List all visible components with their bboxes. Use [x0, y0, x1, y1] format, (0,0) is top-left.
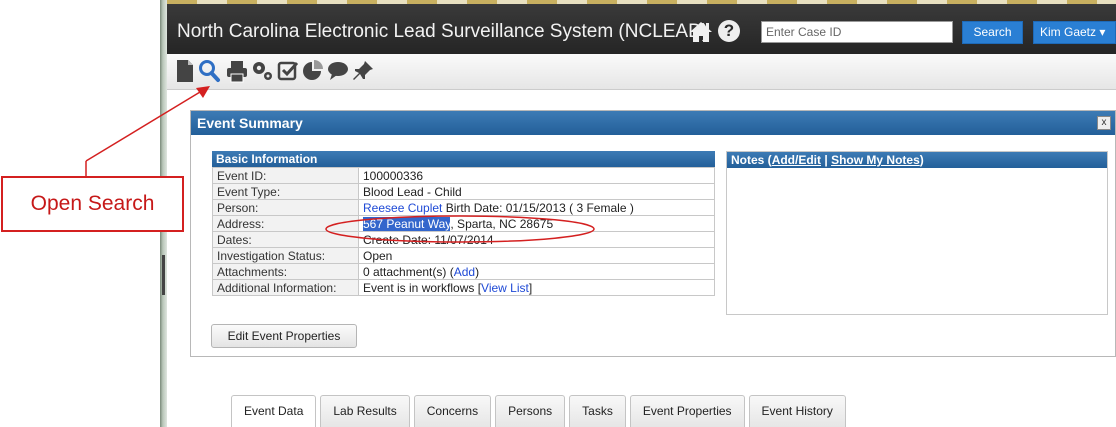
attachments-count: 0 attachment(s) ( [363, 264, 454, 279]
row-label: Attachments: [212, 263, 359, 280]
pie-chart-icon[interactable] [301, 59, 325, 83]
person-value: Reesee Cuplet Birth Date: 01/15/2013 ( 3… [358, 199, 715, 216]
home-icon[interactable] [689, 21, 713, 43]
window-edge-handle [162, 255, 165, 295]
workflows-text: Event is in workflows [ [363, 280, 482, 295]
table-row: Person: Reesee Cuplet Birth Date: 01/15/… [212, 199, 715, 216]
investigation-status-value: Open [358, 247, 715, 264]
user-name: Kim Gaetz [1040, 25, 1097, 39]
address-value: 567 Peanut Way, Sparta, NC 28675 [358, 215, 715, 232]
notes-separator: | [824, 153, 828, 167]
print-icon[interactable] [225, 59, 249, 83]
row-label: Person: [212, 199, 359, 216]
person-details: Birth Date: 01/15/2013 ( 3 Female ) [442, 200, 634, 215]
chat-icon[interactable] [326, 59, 350, 83]
additional-info-value: Event is in workflows [View List] [358, 279, 715, 296]
table-row: Additional Information: Event is in work… [212, 279, 715, 296]
row-label: Event ID: [212, 167, 359, 184]
case-id-input[interactable] [761, 21, 953, 43]
basic-information-section: Basic Information Event ID: 100000336 Ev… [212, 151, 715, 296]
table-row: Attachments: 0 attachment(s) (Add) [212, 263, 715, 280]
help-icon[interactable]: ? [718, 20, 740, 42]
basic-information-heading: Basic Information [212, 151, 715, 167]
event-type-value: Blood Lead - Child [358, 183, 715, 200]
address-city: , Sparta, NC 28675 [450, 216, 554, 231]
tab-concerns[interactable]: Concerns [413, 395, 492, 427]
close-button[interactable]: x [1097, 116, 1111, 130]
basic-information-table: Event ID: 100000336 Event Type: Blood Le… [212, 167, 715, 296]
event-summary-header: Event Summary x [191, 111, 1115, 135]
toolbar [167, 54, 1116, 90]
table-row: Investigation Status: Open [212, 247, 715, 264]
tab-event-data[interactable]: Event Data [231, 395, 317, 427]
search-button[interactable]: Search [962, 21, 1023, 44]
app-header: North Carolina Electronic Lead Surveilla… [167, 4, 1116, 54]
table-row: Address: 567 Peanut Way, Sparta, NC 2867… [212, 215, 715, 232]
row-label: Investigation Status: [212, 247, 359, 264]
attachments-suffix: ) [475, 264, 480, 279]
attachments-value: 0 attachment(s) (Add) [358, 263, 715, 280]
dates-value: Create Date: 11/07/2014 [358, 231, 715, 248]
person-name-link[interactable]: Reesee Cuplet [363, 201, 442, 215]
event-id-value: 100000336 [358, 167, 715, 184]
tab-event-properties[interactable]: Event Properties [629, 395, 745, 427]
notes-section: Notes (Add/Edit | Show My Notes) [726, 151, 1108, 315]
table-row: Event ID: 100000336 [212, 167, 715, 184]
checkbox-icon[interactable] [276, 59, 300, 83]
event-summary-title: Event Summary [197, 115, 303, 131]
add-edit-notes-link[interactable]: Add/Edit [772, 153, 821, 167]
workflows-suffix: ] [528, 280, 533, 295]
add-attachment-link[interactable]: Add [454, 265, 475, 279]
notes-heading: Notes (Add/Edit | Show My Notes) [727, 152, 1107, 168]
tab-event-history[interactable]: Event History [748, 395, 846, 427]
app-title: North Carolina Electronic Lead Surveilla… [177, 21, 709, 42]
row-label: Address: [212, 215, 359, 232]
event-summary-panel: Event Summary x Basic Information Event … [190, 110, 1116, 357]
address-street-selected[interactable]: 567 Peanut Way [363, 216, 451, 231]
tab-tasks[interactable]: Tasks [569, 395, 626, 427]
search-icon[interactable] [197, 59, 221, 83]
row-label: Dates: [212, 231, 359, 248]
chevron-down-icon: ▾ [1099, 25, 1106, 39]
row-label: Event Type: [212, 183, 359, 200]
notes-title: Notes [731, 153, 765, 167]
new-document-icon[interactable] [173, 59, 197, 83]
edit-event-properties-button[interactable]: Edit Event Properties [211, 324, 357, 348]
tab-lab-results[interactable]: Lab Results [320, 395, 410, 427]
user-menu-button[interactable]: Kim Gaetz ▾ [1033, 21, 1116, 44]
gears-icon[interactable] [250, 59, 274, 83]
open-search-callout: Open Search [1, 176, 184, 232]
view-list-link[interactable]: View List [481, 281, 529, 295]
show-my-notes-link[interactable]: Show My Notes [831, 153, 920, 167]
table-row: Dates: Create Date: 11/07/2014 [212, 231, 715, 248]
row-label: Additional Information: [212, 279, 359, 296]
table-row: Event Type: Blood Lead - Child [212, 183, 715, 200]
pin-icon[interactable] [351, 59, 375, 83]
event-tabs: Event Data Lab Results Concerns Persons Task… [231, 395, 846, 427]
tab-persons[interactable]: Persons [495, 395, 566, 427]
